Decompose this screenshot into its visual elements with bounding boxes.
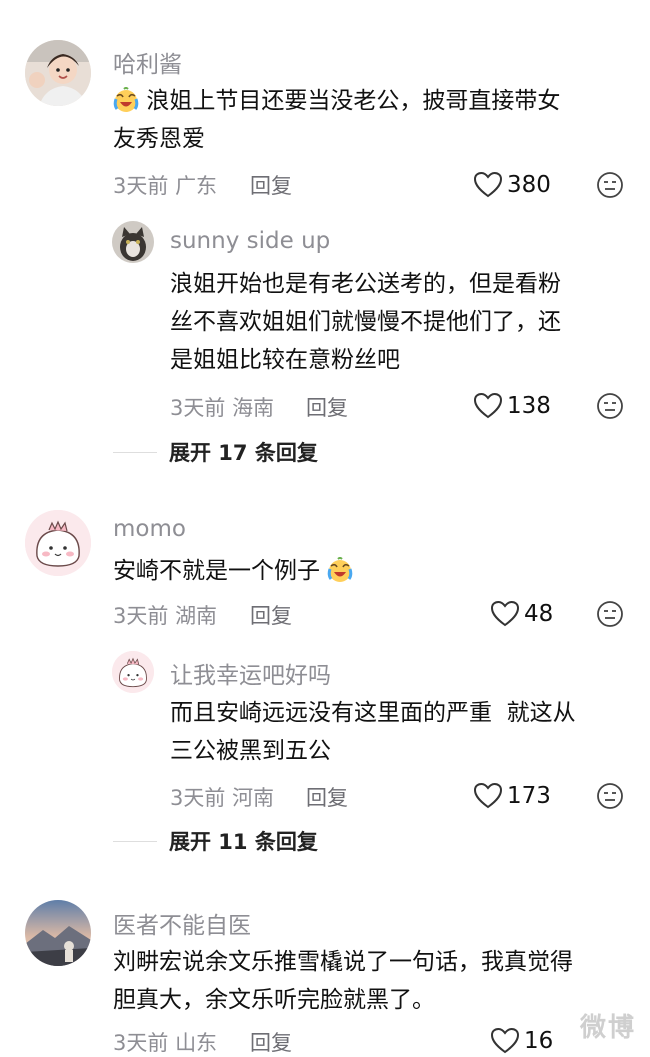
comment-meta: 3天前 河南 bbox=[170, 782, 274, 812]
avatar[interactable] bbox=[25, 900, 91, 966]
reply-button[interactable]: 回复 bbox=[306, 392, 348, 422]
comment-text: 浪姐开始也是有老公送考的，但是看粉 丝不喜欢姐姐们就慢慢不提他们了，还 是姐姐比… bbox=[170, 265, 561, 379]
comment-meta: 3天前 山东 bbox=[113, 1027, 217, 1057]
cartoon-dino-icon bbox=[25, 510, 91, 576]
comment-location: 湖南 bbox=[175, 604, 218, 628]
comment-time: 3天前 bbox=[170, 396, 226, 420]
comment-username[interactable]: 让我幸运吧好吗 bbox=[170, 656, 331, 690]
expand-replies-label: 展开 17 条回复 bbox=[169, 441, 318, 465]
comment-line: 胆真大，余文乐听完脸就黑了。 bbox=[113, 987, 435, 1013]
comment-location: 广东 bbox=[175, 174, 218, 198]
comment-location: 山东 bbox=[175, 1031, 218, 1055]
heart-icon bbox=[490, 600, 520, 627]
expand-replies-button[interactable]: 展开 17 条回复 bbox=[113, 437, 318, 467]
like-button[interactable]: 16 bbox=[490, 1027, 553, 1054]
heart-icon bbox=[473, 392, 503, 419]
comment-username[interactable]: 哈利酱 bbox=[113, 45, 182, 79]
comment-time: 3天前 bbox=[113, 604, 169, 628]
dislike-face-icon bbox=[597, 172, 623, 198]
dislike-button[interactable] bbox=[596, 600, 624, 632]
comment-location: 河南 bbox=[232, 786, 275, 810]
comment-line: 浪姐开始也是有老公送考的，但是看粉 bbox=[170, 271, 561, 297]
like-count: 16 bbox=[524, 1027, 554, 1054]
dislike-face-icon bbox=[597, 393, 623, 419]
comment-text: 浪姐上节目还要当没老公，披哥直接带女 友秀恩爱 bbox=[113, 82, 560, 158]
like-count: 48 bbox=[524, 600, 554, 627]
cat-photo-icon bbox=[112, 221, 154, 263]
heart-icon bbox=[473, 782, 503, 809]
like-count: 138 bbox=[507, 392, 551, 419]
comment-line: 安崎不就是一个例子 bbox=[113, 558, 320, 584]
comment-username[interactable]: 医者不能自医 bbox=[113, 906, 251, 940]
comment-line: 而且安崎远远没有这里面的严重 就这从 bbox=[170, 700, 576, 726]
avatar[interactable] bbox=[112, 651, 154, 693]
comment-meta: 3天前 海南 bbox=[170, 392, 274, 422]
like-button[interactable]: 380 bbox=[473, 171, 551, 198]
like-button[interactable]: 48 bbox=[490, 600, 553, 627]
like-button[interactable]: 138 bbox=[473, 392, 551, 419]
reply-button[interactable]: 回复 bbox=[306, 782, 348, 812]
child-photo-icon bbox=[25, 40, 91, 106]
like-count: 380 bbox=[507, 171, 551, 198]
comment-line: 是姐姐比较在意粉丝吧 bbox=[170, 347, 400, 373]
dislike-button[interactable] bbox=[596, 782, 624, 814]
crying-laughing-emoji-icon bbox=[320, 557, 353, 584]
crying-laughing-emoji-icon bbox=[113, 87, 146, 114]
comment-text: 而且安崎远远没有这里面的严重 就这从 三公被黑到五公 bbox=[170, 694, 576, 770]
comment-time: 3天前 bbox=[113, 1031, 169, 1055]
comment-location: 海南 bbox=[232, 396, 275, 420]
watermark: 微博 bbox=[579, 1013, 636, 1043]
comment-line: 丝不喜欢姐姐们就慢慢不提他们了，还 bbox=[170, 309, 561, 335]
like-count: 173 bbox=[507, 782, 551, 809]
comment-meta: 3天前 湖南 bbox=[113, 600, 217, 630]
comment-line: 浪姐上节目还要当没老公，披哥直接带女 bbox=[146, 88, 561, 114]
avatar[interactable] bbox=[112, 221, 154, 263]
expand-replies-label: 展开 11 条回复 bbox=[169, 830, 318, 854]
dislike-button[interactable] bbox=[596, 171, 624, 203]
comment-time: 3天前 bbox=[113, 174, 169, 198]
divider bbox=[113, 840, 157, 842]
reply-button[interactable]: 回复 bbox=[250, 1027, 292, 1057]
comment-username[interactable]: sunny side up bbox=[170, 228, 330, 254]
heart-icon bbox=[473, 171, 503, 198]
heart-icon bbox=[490, 1027, 520, 1054]
dislike-face-icon bbox=[597, 783, 623, 809]
avatar[interactable] bbox=[25, 510, 91, 576]
comment-line: 友秀恩爱 bbox=[113, 126, 205, 152]
comment-meta: 3天前 广东 bbox=[113, 170, 217, 200]
comment-line: 刘畊宏说余文乐推雪橇说了一句话，我真觉得 bbox=[113, 949, 573, 975]
comment-text: 刘畊宏说余文乐推雪橇说了一句话，我真觉得 胆真大，余文乐听完脸就黑了。 bbox=[113, 943, 573, 1019]
reply-button[interactable]: 回复 bbox=[250, 600, 292, 630]
comment-username[interactable]: momo bbox=[113, 516, 186, 542]
cartoon-dino-icon bbox=[112, 651, 154, 693]
divider bbox=[113, 451, 157, 453]
comment-text: 安崎不就是一个例子 bbox=[113, 552, 353, 590]
like-button[interactable]: 173 bbox=[473, 782, 551, 809]
comment-time: 3天前 bbox=[170, 786, 226, 810]
avatar[interactable] bbox=[25, 40, 91, 106]
comment-line: 三公被黑到五公 bbox=[170, 738, 331, 764]
dislike-button[interactable] bbox=[596, 392, 624, 424]
expand-replies-button[interactable]: 展开 11 条回复 bbox=[113, 826, 318, 856]
reply-button[interactable]: 回复 bbox=[250, 170, 292, 200]
landscape-photo-icon bbox=[25, 900, 91, 966]
dislike-face-icon bbox=[597, 601, 623, 627]
